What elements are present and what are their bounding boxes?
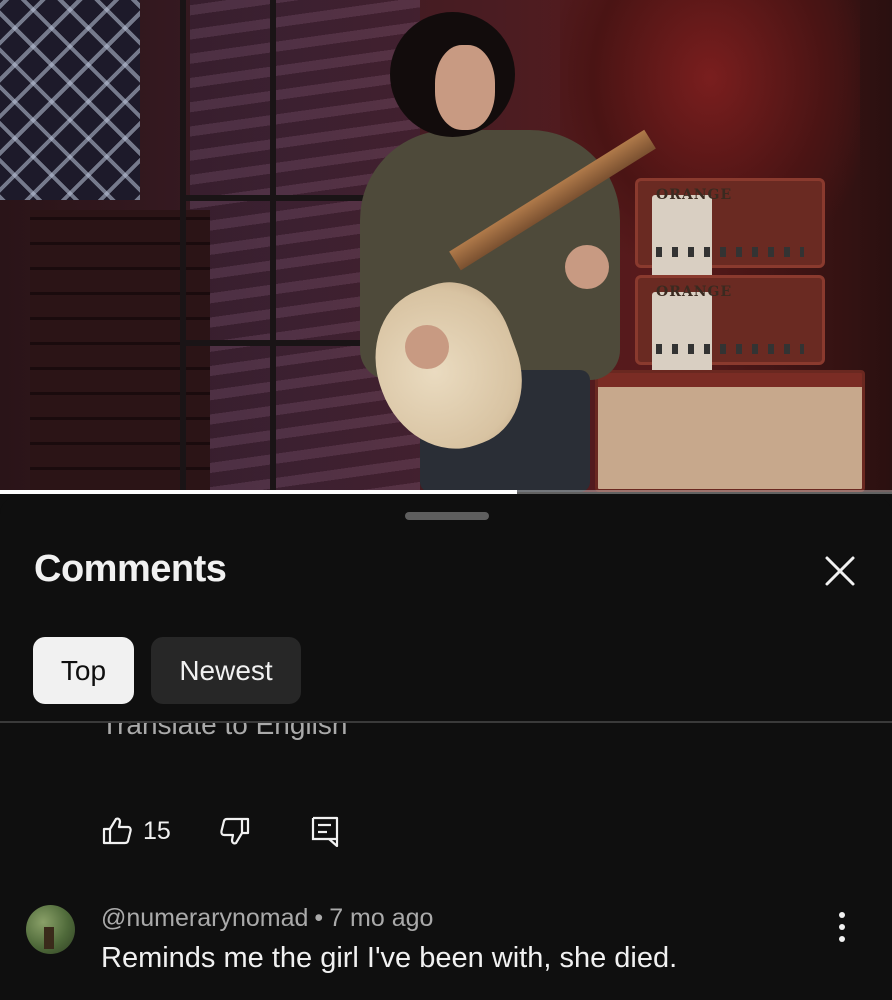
amp-head-bottom: ORANGE [635,275,825,377]
video-progress-fill [0,490,518,494]
comment-author[interactable]: @numerarynomad [101,904,308,932]
amp-head-top: ORANGE [635,178,825,280]
video-frame [270,0,276,492]
like-count: 15 [143,816,171,845]
avatar[interactable] [26,905,75,954]
drag-handle[interactable] [405,512,489,520]
reply-icon[interactable] [309,815,341,847]
like-icon[interactable] [101,815,133,847]
comment-age: 7 mo ago [329,904,434,932]
comment-actions: 15 [101,813,341,849]
translate-link[interactable]: Translate to English [101,723,347,741]
video-player[interactable]: ORANGE ORANGE [0,0,892,492]
more-vert-icon [839,912,845,942]
video-lattice-decor [0,0,140,200]
amp-logo: ORANGE [656,284,733,300]
video-progress-bar[interactable] [0,490,892,494]
video-frame [180,0,186,492]
amp-cabinet [595,370,865,492]
filter-top-chip[interactable]: Top [33,637,134,704]
close-button[interactable] [820,551,860,591]
comment-text: Reminds me the girl I've been with, she … [101,942,678,974]
musician-hand [405,325,449,369]
comment-item: @numerarynomad • 7 mo ago Reminds me the g… [0,895,892,1000]
more-options-button[interactable] [828,909,856,945]
dislike-icon[interactable] [219,815,251,847]
comment-meta: @numerarynomad • 7 mo ago [101,904,433,933]
filter-newest-chip[interactable]: Newest [151,637,301,704]
close-icon [825,556,855,586]
comments-sheet: Comments Top Newest Translate to English… [0,496,892,1000]
musician-hand [565,245,609,289]
musician-face [435,45,495,130]
comments-title: Comments [34,548,227,590]
meta-separator: • [314,904,324,932]
amp-logo: ORANGE [656,187,733,203]
comments-list[interactable]: Translate to English 15 @numerarynomad • 7… [0,723,892,1000]
